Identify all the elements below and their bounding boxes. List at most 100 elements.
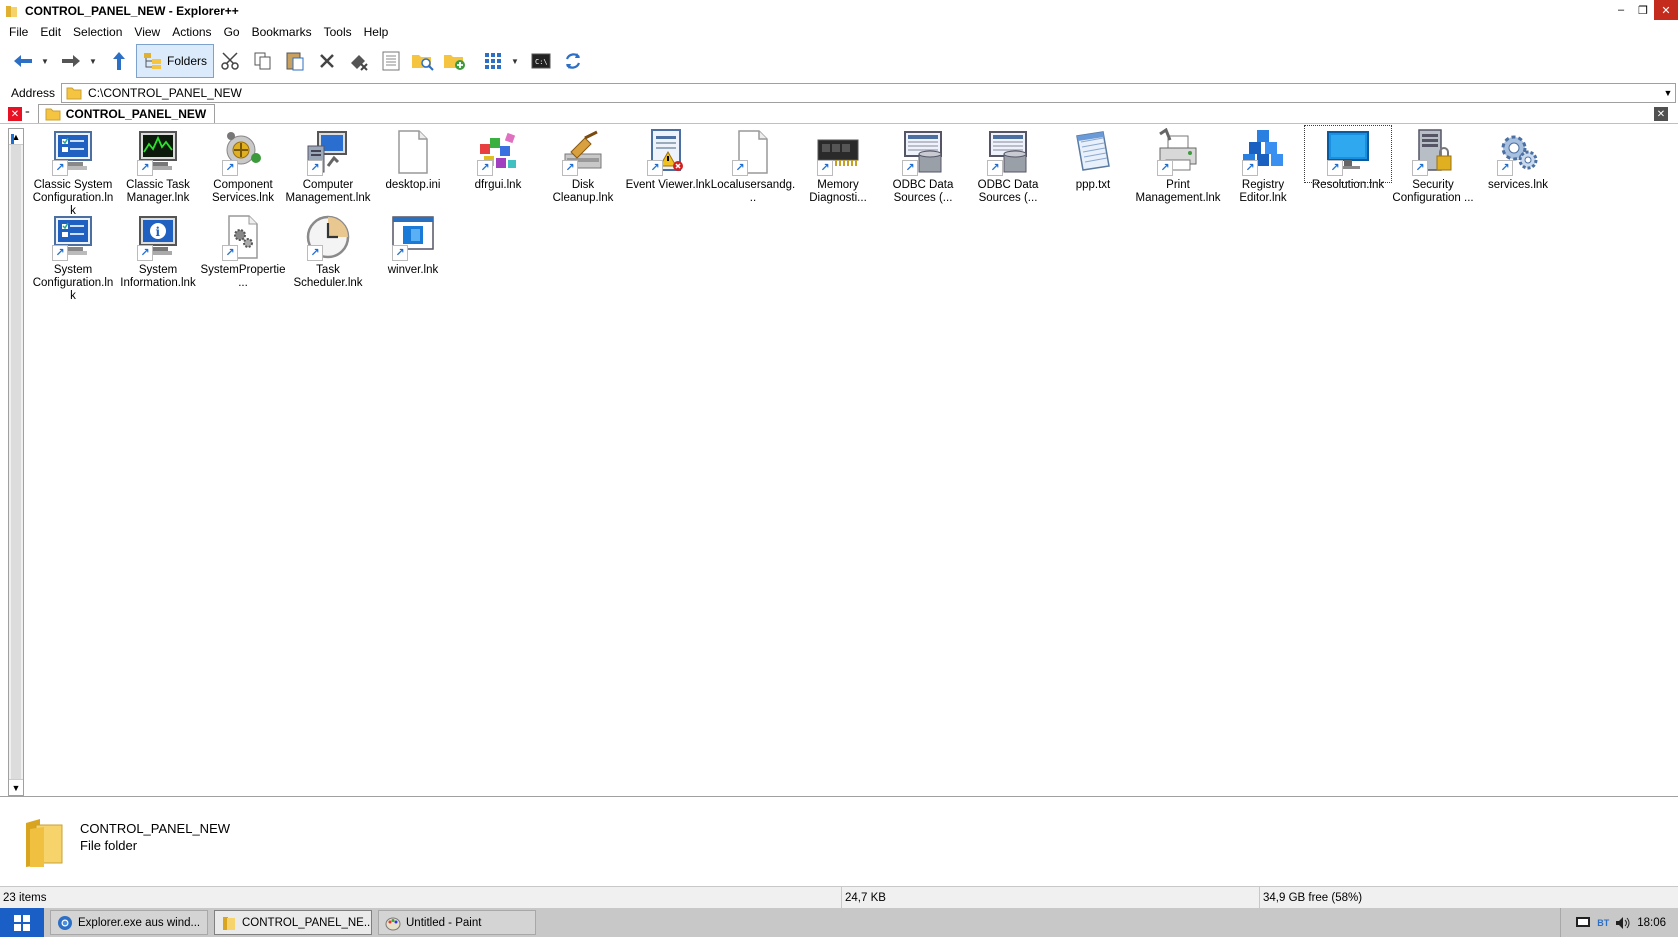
file-item[interactable]: ↗ Computer Management.lnk: [285, 126, 371, 205]
size-text: 24,7 KB: [845, 891, 886, 904]
minimize-button[interactable]: –: [1610, 0, 1632, 20]
menu-go[interactable]: Go: [218, 25, 246, 39]
file-item[interactable]: ↗ System Configuration.lnk: [30, 211, 116, 303]
file-item[interactable]: ↗ Classic Task Manager.lnk: [115, 126, 201, 205]
scrollbar-track[interactable]: [11, 145, 21, 779]
file-item[interactable]: i ↗ System Information.lnk: [115, 211, 201, 290]
file-list-view[interactable]: ↗ Classic System Configuration.lnk ↗ Classi…: [30, 125, 1678, 796]
file-icon-box: ↗: [200, 211, 286, 263]
file-item[interactable]: ↗ winver.lnk: [370, 211, 456, 277]
forward-history-dropdown[interactable]: ▼: [88, 57, 98, 66]
scroll-down-chevron-icon[interactable]: ▼: [9, 779, 23, 795]
network-icon[interactable]: [1575, 916, 1591, 930]
shortcut-arrow-icon: ↗: [222, 160, 238, 176]
close-tab-icon[interactable]: ✕: [8, 107, 22, 121]
file-item[interactable]: ↗ Resolution.lnk: [1304, 125, 1392, 191]
shortcut-arrow-icon: ↗: [562, 160, 578, 176]
file-label: desktop.ini: [385, 179, 441, 191]
forward-button[interactable]: [56, 44, 86, 78]
notepad-icon: [1076, 131, 1110, 171]
file-item[interactable]: ↗ Localusersandg...: [710, 126, 796, 205]
close-all-icon[interactable]: ✕: [1654, 107, 1668, 121]
menu-edit[interactable]: Edit: [34, 25, 67, 39]
refresh-icon: [565, 53, 581, 69]
explorer-app-icon: [5, 4, 19, 18]
file-item[interactable]: ↗ Registry Editor.lnk: [1220, 126, 1306, 205]
start-button[interactable]: [0, 908, 44, 937]
window-title: CONTROL_PANEL_NEW - Explorer++: [25, 4, 239, 18]
close-button[interactable]: ✕: [1654, 0, 1678, 20]
file-item[interactable]: ↗ SystemPropertie...: [200, 211, 286, 290]
menu-selection[interactable]: Selection: [67, 25, 128, 39]
menu-bookmarks[interactable]: Bookmarks: [246, 25, 318, 39]
file-item[interactable]: ↗ ODBC Data Sources (...: [965, 126, 1051, 205]
back-history-dropdown[interactable]: ▼: [40, 57, 50, 66]
svg-text:i: i: [156, 225, 161, 239]
file-item[interactable]: ↗ Task Scheduler.lnk: [285, 211, 371, 290]
file-item[interactable]: ↗ Print Management.lnk: [1135, 126, 1221, 205]
file-label: Event Viewer.lnk: [625, 179, 711, 191]
file-label: SystemPropertie...: [200, 264, 286, 289]
file-item[interactable]: ↗ Security Configuration ...: [1390, 126, 1476, 205]
file-item[interactable]: ↗ Classic System Configuration.lnk: [30, 126, 116, 218]
file-item[interactable]: ↗ Event Viewer.lnk: [625, 126, 711, 192]
title-bar[interactable]: CONTROL_PANEL_NEW - Explorer++ – ❐ ✕: [0, 0, 1678, 22]
file-item[interactable]: ↗ dfrgui.lnk: [455, 126, 541, 192]
menu-file[interactable]: File: [3, 25, 34, 39]
file-item[interactable]: ppp.txt: [1050, 126, 1136, 192]
cut-button[interactable]: [216, 44, 246, 78]
taskbar-item-explorer[interactable]: CONTROL_PANEL_NE...: [214, 910, 372, 935]
volume-icon[interactable]: [1615, 916, 1631, 930]
command-prompt-button[interactable]: C:\: [526, 44, 556, 78]
menu-tools[interactable]: Tools: [318, 25, 358, 39]
file-label: System Information.lnk: [120, 264, 196, 289]
tab-overflow-icon[interactable]: ⁼: [25, 109, 30, 120]
clock[interactable]: 18:06: [1637, 917, 1666, 929]
item-count-text: 23 items: [3, 891, 47, 904]
tab-control-panel-new[interactable]: CONTROL_PANEL_NEW: [37, 104, 216, 123]
shortcut-arrow-icon: ↗: [1497, 160, 1513, 176]
file-label: Classic Task Manager.lnk: [126, 179, 190, 204]
back-button[interactable]: [8, 44, 38, 78]
taskbar-item-paint[interactable]: Untitled - Paint: [378, 910, 536, 935]
views-dropdown[interactable]: ▼: [510, 57, 520, 66]
menu-view[interactable]: View: [128, 25, 166, 39]
status-bar: 23 items 24,7 KB 34,9 GB free (58%): [0, 886, 1678, 909]
tab-label: CONTROL_PANEL_NEW: [65, 107, 207, 121]
file-item[interactable]: desktop.ini: [370, 126, 456, 192]
address-input[interactable]: C:\CONTROL_PANEL_NEW ▼: [61, 83, 1676, 103]
shortcut-arrow-icon: ↗: [902, 160, 918, 176]
views-button[interactable]: [478, 44, 508, 78]
folder-tree-pane[interactable]: ▲ ▼: [8, 128, 24, 796]
properties-list-icon: [382, 51, 400, 71]
explorer-icon: [223, 916, 235, 930]
up-button[interactable]: [104, 44, 134, 78]
file-label: Task Scheduler.lnk: [293, 264, 363, 289]
file-item[interactable]: ↗ services.lnk: [1475, 126, 1561, 192]
bluetooth-label[interactable]: BT: [1597, 918, 1609, 928]
properties-button[interactable]: [376, 44, 406, 78]
refresh-button[interactable]: [558, 44, 588, 78]
address-dropdown-chevron-icon[interactable]: ▼: [1661, 88, 1675, 98]
folders-toggle-button[interactable]: Folders: [136, 44, 215, 78]
file-item[interactable]: ↗ ODBC Data Sources (...: [880, 126, 966, 205]
shortcut-arrow-icon: ↗: [477, 160, 493, 176]
paste-button[interactable]: [280, 44, 310, 78]
copy-button[interactable]: [248, 44, 278, 78]
file-icon-box: ↗: [1135, 126, 1221, 178]
restore-button[interactable]: ❐: [1632, 0, 1654, 20]
file-icon-box: ↗: [200, 126, 286, 178]
delete-permanently-button[interactable]: [344, 44, 374, 78]
new-folder-button[interactable]: [440, 44, 470, 78]
new-folder-icon: [444, 55, 466, 70]
file-item[interactable]: ↗ Disk Cleanup.lnk: [540, 126, 626, 205]
menu-help[interactable]: Help: [358, 25, 395, 39]
file-icon-box: ↗: [795, 126, 881, 178]
delete-button[interactable]: [312, 44, 342, 78]
menu-actions[interactable]: Actions: [166, 25, 217, 39]
terminal-icon: C:\: [531, 53, 551, 69]
file-item[interactable]: ↗ Memory Diagnosti...: [795, 126, 881, 205]
file-item[interactable]: ↗ Component Services.lnk: [200, 126, 286, 205]
taskbar-item-chrome[interactable]: Explorer.exe aus wind...: [50, 910, 208, 935]
search-button[interactable]: [408, 44, 438, 78]
